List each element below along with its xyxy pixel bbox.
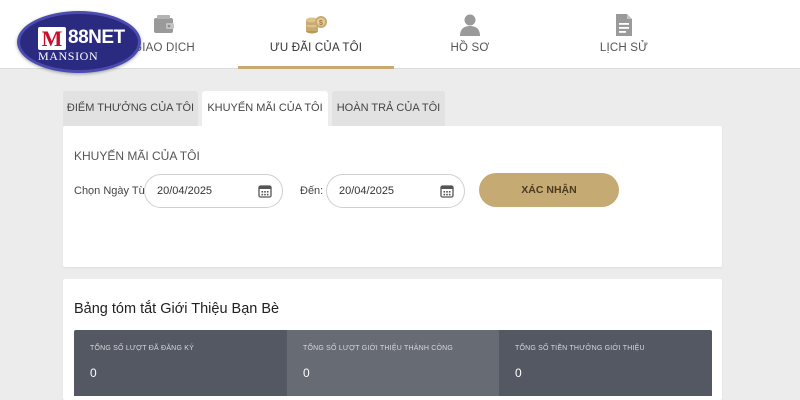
- logo-mark: M: [41, 26, 63, 51]
- stat-successful-referrals-label: TỔNG SỐ LƯỢT GIỚI THIỆU THÀNH CÔNG: [303, 345, 454, 352]
- tab-my-rebates[interactable]: HOÀN TRẢ CỦA TÔI: [332, 91, 445, 126]
- logo-subtitle: MANSION: [38, 49, 99, 63]
- tab-my-points[interactable]: ĐIỂM THƯỞNG CỦA TÔI: [63, 91, 198, 126]
- wallet-icon: [154, 15, 174, 33]
- from-date-label: Chọn Ngày Từ:: [74, 185, 150, 197]
- stat-registered: TỔNG SỐ LƯỢT ĐÃ ĐĂNG KÝ 0: [74, 330, 287, 396]
- confirm-button[interactable]: XÁC NHẬN: [479, 173, 619, 207]
- stat-referral-bonus: TỔNG SỐ TIỀN THƯỞNG GIỚI THIỆU 0: [499, 330, 712, 396]
- logo-brand: 88NET: [68, 27, 125, 48]
- nav-label-profile: HỒ SƠ: [450, 42, 490, 54]
- logo-badge: M: [38, 27, 66, 50]
- user-icon: [460, 14, 480, 36]
- nav-item-profile[interactable]: HỒ SƠ: [392, 0, 548, 69]
- from-date-field[interactable]: [144, 174, 283, 208]
- stat-successful-referrals-value: 0: [303, 366, 310, 380]
- nav-label-my-offers: ƯU ĐÃI CỦA TÔI: [269, 42, 363, 54]
- promotions-title: KHUYẾN MÃI CỦA TÔI: [74, 149, 200, 163]
- stat-registered-label: TỔNG SỐ LƯỢT ĐÃ ĐĂNG KÝ: [90, 345, 194, 352]
- document-icon: [616, 14, 632, 36]
- calendar-icon[interactable]: [258, 184, 272, 198]
- m88-mansion-logo[interactable]: M 88NET MANSION: [17, 11, 141, 73]
- from-date-input[interactable]: [157, 183, 247, 199]
- to-date-field[interactable]: [326, 174, 465, 208]
- stat-referral-bonus-value: 0: [515, 366, 522, 380]
- coins-icon: $: [306, 16, 327, 34]
- nav-label-history: LỊCH SỬ: [599, 42, 649, 54]
- svg-text:$: $: [319, 20, 323, 27]
- to-date-input[interactable]: [339, 183, 429, 199]
- nav-item-history[interactable]: LỊCH SỬ: [546, 0, 702, 69]
- nav-item-my-offers[interactable]: $ ƯU ĐÃI CỦA TÔI: [238, 0, 394, 69]
- to-date-label: Đến:: [300, 185, 324, 197]
- calendar-icon[interactable]: [440, 184, 454, 198]
- stat-referral-bonus-label: TỔNG SỐ TIỀN THƯỞNG GIỚI THIỆU: [515, 345, 645, 352]
- stat-successful-referrals: TỔNG SỐ LƯỢT GIỚI THIỆU THÀNH CÔNG 0: [287, 330, 499, 396]
- referral-summary-title: Bảng tóm tắt Giới Thiệu Bạn Bè: [74, 301, 280, 317]
- tab-my-promotions[interactable]: KHUYẾN MÃI CỦA TÔI: [202, 91, 328, 127]
- stat-registered-value: 0: [90, 366, 97, 380]
